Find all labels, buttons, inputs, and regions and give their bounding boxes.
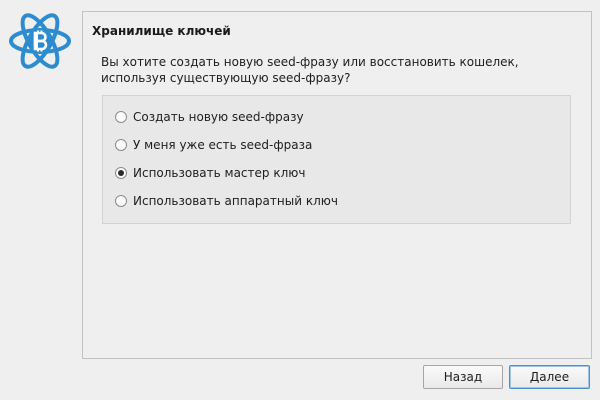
install-wizard-window: Хранилище ключей Вы хотите создать новую… [0,0,600,400]
option-create-new-seed[interactable]: Создать новую seed-фразу [115,109,304,125]
option-label: Создать новую seed-фразу [133,110,304,124]
radio-button-unchecked[interactable] [115,111,127,123]
seed-options-group: Создать новую seed-фразу У меня уже есть… [102,95,571,224]
option-label: Использовать аппаратный ключ [133,194,338,208]
wizard-question-text: Вы хотите создать новую seed-фразу или в… [101,55,519,85]
radio-button-unchecked[interactable] [115,195,127,207]
back-button[interactable]: Назад [423,365,503,389]
option-label: У меня уже есть seed-фраза [133,138,313,152]
option-use-master-key[interactable]: Использовать мастер ключ [115,165,305,181]
option-use-hardware-key[interactable]: Использовать аппаратный ключ [115,193,338,209]
radio-button-unchecked[interactable] [115,139,127,151]
wizard-content-panel: Хранилище ключей Вы хотите создать новую… [82,11,592,359]
electrum-logo-icon [8,10,72,72]
option-label: Использовать мастер ключ [133,166,306,180]
radio-button-checked[interactable] [115,167,127,179]
next-button[interactable]: Далее [509,365,590,389]
wizard-title: Хранилище ключей [92,24,231,38]
option-have-seed[interactable]: У меня уже есть seed-фраза [115,137,312,153]
